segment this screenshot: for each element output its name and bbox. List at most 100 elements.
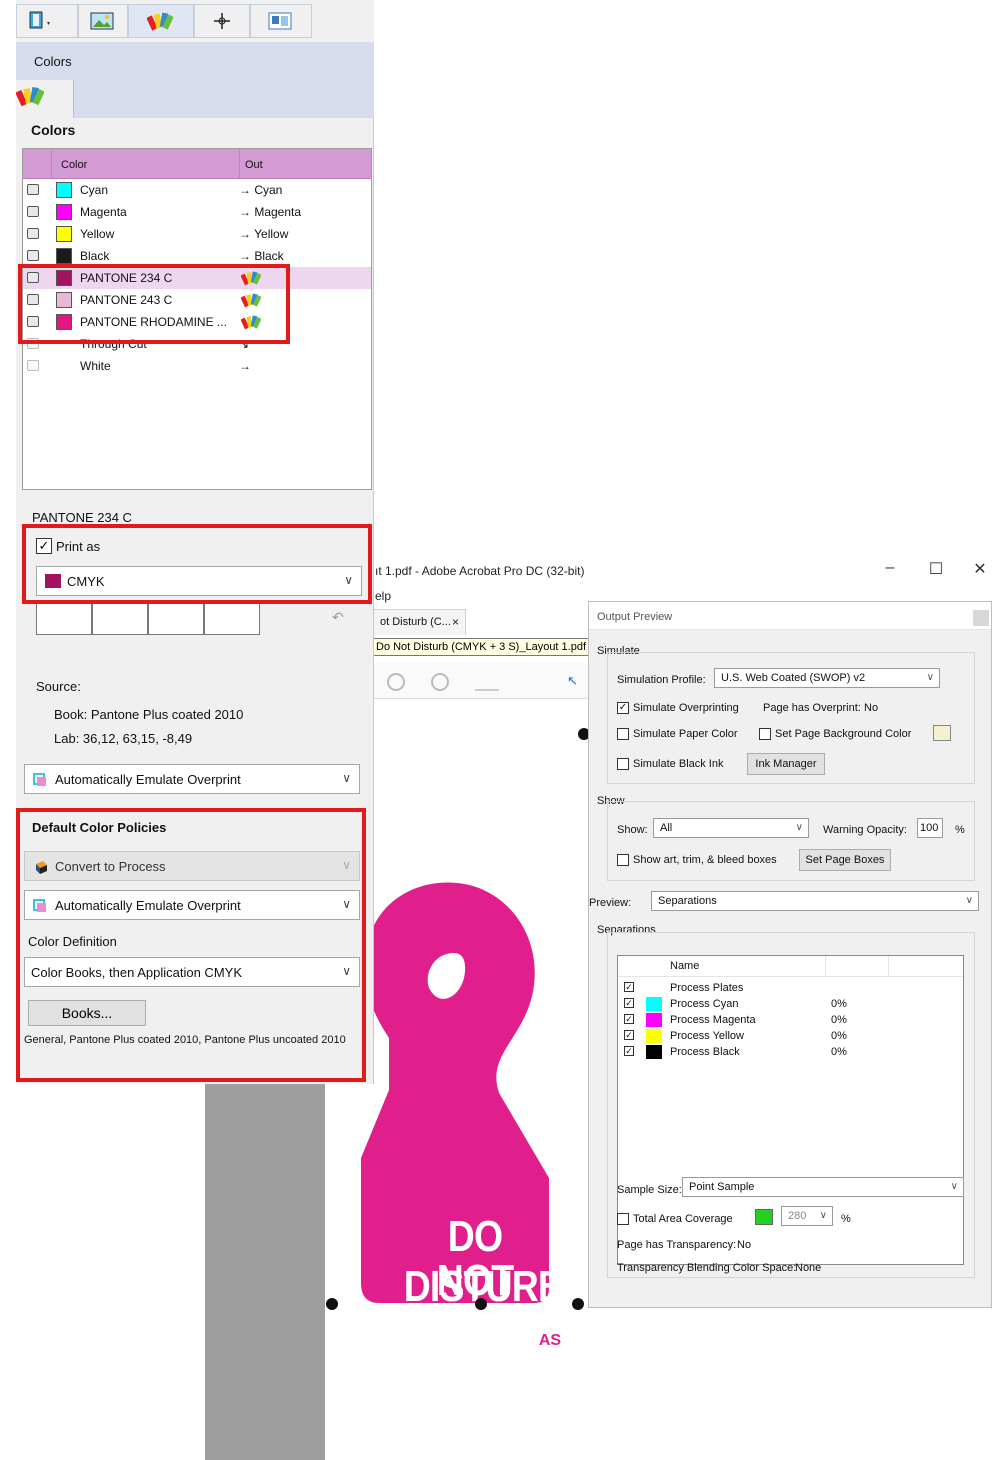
tab-close-icon[interactable]: × [452,615,459,629]
warning-opacity-label: Warning Opacity: [823,824,907,836]
coverage-color-swatch[interactable] [755,1209,773,1225]
transparency-value: No [737,1239,752,1251]
show-boxes-label: Show art, trim, & bleed boxes [633,854,777,866]
toolbar-crosshair-button[interactable] [194,4,250,38]
show-boxes-checkbox[interactable] [617,854,629,866]
tint-input-y[interactable] [148,601,204,635]
total-area-coverage-select[interactable]: 280 ∨ [781,1206,833,1226]
tint-input-c[interactable] [36,601,92,635]
registration-dot [326,1298,338,1310]
overprint-select[interactable]: Automatically Emulate Overprint ∨ [24,764,360,794]
color-name: Black [80,249,110,263]
set-page-boxes-button[interactable]: Set Page Boxes [799,849,891,871]
pointer-icon[interactable]: ↖ [567,673,578,689]
highlight-default-policies [16,808,366,1082]
transparency-label: Page has Transparency: [617,1239,737,1251]
toolbar-document-button[interactable] [16,4,78,38]
document-tab[interactable]: ot Disturb (C... × [371,609,466,635]
page-number-field[interactable] [475,689,499,691]
separation-swatch [646,1045,662,1059]
hanger-tagline: working with [401,1330,505,1352]
sample-size-select[interactable]: Point Sample ∨ [682,1177,964,1197]
separation-value: 0% [831,1014,847,1026]
nav-circle-icon[interactable] [431,673,449,691]
simulate-paper-color-checkbox[interactable] [617,728,629,740]
brand-asanti: ASANTI [383,1372,413,1381]
printer-icon[interactable] [27,184,39,195]
colors-tab[interactable] [16,80,74,118]
dialog-close-button[interactable] [973,610,989,626]
tab-tooltip: Do Not Disturb (CMYK + 3 S)_Layout 1.pdf [371,638,592,656]
tint-input-m[interactable] [92,601,148,635]
column-divider [51,149,52,179]
color-row[interactable]: Yellow → Yellow [23,223,371,245]
simulate-overprinting-label: Simulate Overprinting [633,702,739,714]
color-row[interactable]: White → [23,355,371,377]
separation-row[interactable]: ✓ Process Plates [618,981,963,997]
column-divider [888,956,889,976]
reset-icon[interactable]: ↶ [332,609,344,626]
separation-name: Process Magenta [670,1014,756,1026]
printer-icon[interactable] [27,206,39,217]
separations-name-header: Name [670,960,700,972]
nav-circle-icon[interactable] [387,673,405,691]
overprint-icon [33,773,46,786]
minimize-button[interactable]: – [875,559,905,577]
color-name: White [80,359,111,373]
show-select[interactable]: All ∨ [653,818,809,838]
color-swatches-icon [16,86,44,107]
color-swatch [56,182,72,198]
out-column-header[interactable]: Out [245,159,263,171]
color-column-header[interactable]: Color [61,159,87,171]
menu-help[interactable]: elp [375,589,391,603]
separation-checkbox[interactable]: ✓ [624,1030,634,1040]
column-divider [239,149,240,179]
maximize-button[interactable]: ☐ [921,559,951,579]
acrobat-toolbar: ↖ [371,663,593,699]
page-bg-color-swatch[interactable] [933,725,951,741]
chevron-down-icon: ∨ [795,822,803,833]
tint-input-k[interactable] [204,601,260,635]
printer-icon[interactable] [27,360,39,371]
registration-dot [572,1298,584,1310]
separation-row[interactable]: ✓ Process Yellow 0% [618,1029,963,1045]
simulate-overprinting-checkbox[interactable]: ✓ [617,702,629,714]
simulate-black-ink-checkbox[interactable] [617,758,629,770]
separation-checkbox[interactable]: ✓ [624,982,634,992]
separation-checkbox[interactable]: ✓ [624,1014,634,1024]
simulation-profile-select[interactable]: U.S. Web Coated (SWOP) v2 ∨ [714,668,940,688]
color-row[interactable]: Cyan → Cyan [23,179,371,201]
printer-icon[interactable] [27,250,39,261]
output-preview-dialog: Output Preview Simulate Simulation Profi… [588,601,992,1308]
warning-opacity-input[interactable]: 100 [917,818,943,838]
separation-row[interactable]: ✓ Process Magenta 0% [618,1013,963,1029]
separation-checkbox[interactable]: ✓ [624,998,634,1008]
colors-heading: Colors [31,122,76,138]
ink-manager-button[interactable]: Ink Manager [747,753,825,775]
page-overprint-value: No [864,702,879,714]
toolbar-layout-button[interactable] [250,4,312,38]
set-page-bg-checkbox[interactable] [759,728,771,740]
simulation-profile-value: U.S. Web Coated (SWOP) v2 [721,672,866,684]
separation-row[interactable]: ✓ Process Cyan 0% [618,997,963,1013]
printer-icon[interactable] [27,228,39,239]
separation-row[interactable]: ✓ Process Black 0% [618,1045,963,1061]
simulate-paper-color-label: Simulate Paper Color [633,728,738,740]
blending-value: None [795,1262,822,1274]
toolbar-image-button[interactable] [78,4,128,38]
as-logo: AS [536,1330,564,1352]
preview-select[interactable]: Separations ∨ [651,891,979,911]
separation-swatch [646,1013,662,1027]
acrobat-title-bar: ıt 1.pdf - Adobe Acrobat Pro DC (32-bit)… [371,553,1000,587]
total-area-coverage-checkbox[interactable] [617,1213,629,1225]
layout-icon [268,12,292,30]
separation-value: 0% [831,1030,847,1042]
separation-checkbox[interactable]: ✓ [624,1046,634,1056]
separation-name: Process Plates [670,982,744,994]
color-name: Cyan [80,183,109,197]
color-row[interactable]: Magenta → Magenta [23,201,371,223]
toolbar-colors-button[interactable] [128,4,194,38]
crosshair-icon [214,13,230,29]
show-group [607,801,975,881]
close-window-button[interactable]: ✕ [965,559,995,579]
